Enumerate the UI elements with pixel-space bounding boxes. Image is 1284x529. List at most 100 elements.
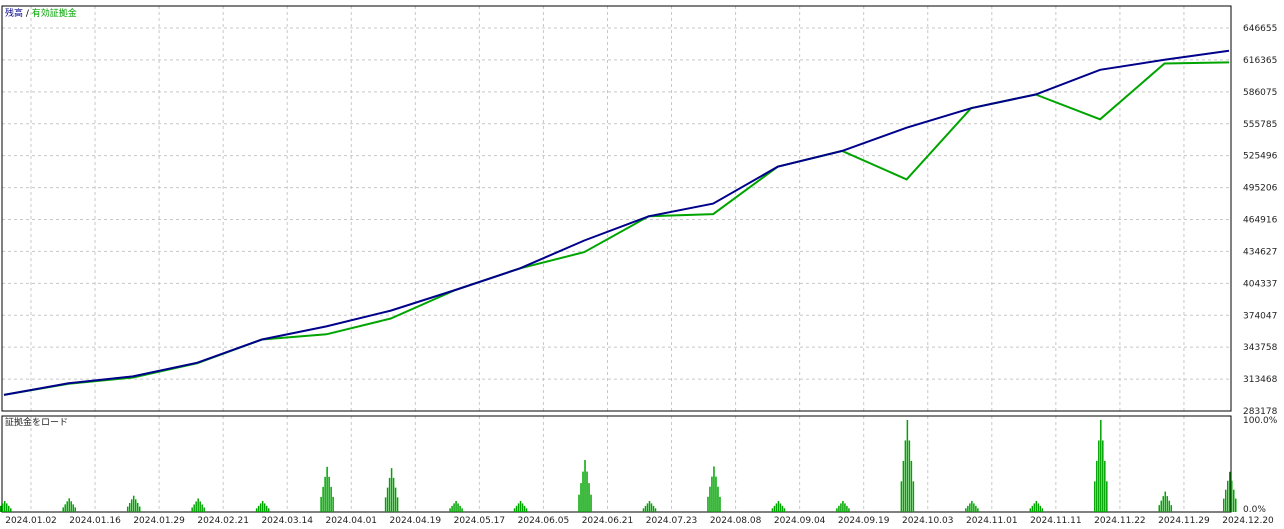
margin-load-bar: [2, 503, 4, 512]
margin-load-bar: [642, 508, 645, 512]
margin-load-bar: [62, 507, 64, 512]
x-tick-label: 2024.01.02: [5, 516, 57, 526]
margin-load-bar: [967, 505, 969, 512]
margin-load-bar: [525, 508, 528, 512]
margin-load-bar: [713, 466, 715, 512]
margin-load-bar: [771, 508, 774, 512]
margin-load-bar: [390, 468, 393, 512]
y-tick-label: 555785: [1243, 120, 1277, 130]
margin-load-bar: [910, 460, 913, 512]
margin-load-bar: [1164, 491, 1167, 512]
margin-load-bar: [126, 506, 129, 512]
margin-load-bar: [521, 503, 524, 512]
margin-load-bar: [842, 500, 844, 512]
margin-load-bar: [457, 503, 459, 512]
margin-load-bar: [394, 487, 397, 512]
margin-load-bar: [1041, 508, 1044, 512]
margin-load-bar: [513, 508, 516, 512]
margin-load-bar: [586, 471, 588, 512]
margin-load-bar: [969, 503, 971, 512]
legend-balance: 残高: [5, 7, 23, 19]
x-tick-label: 2024.08.08: [710, 516, 762, 526]
margin-load-bar: [1104, 460, 1106, 512]
x-tick-label: 2024.06.21: [582, 516, 634, 526]
margin-load-bar: [191, 507, 193, 512]
margin-load-bar: [1168, 500, 1171, 512]
margin-load-bar: [257, 505, 260, 512]
x-tick-label: 2024.11.11: [1030, 516, 1082, 526]
margin-load-bar: [588, 483, 590, 512]
margin-load-bar: [1162, 496, 1165, 512]
margin-load-bar: [912, 481, 915, 512]
y-tick-label: 495206: [1243, 184, 1278, 194]
margin-load-bar: [848, 508, 850, 512]
margin-load-bar: [0, 505, 2, 512]
x-tick-label: 2024.03.14: [261, 516, 313, 526]
y-tick-label: 434627: [1243, 247, 1277, 257]
top-panel-frame: [1, 5, 1232, 412]
margin-load-bar: [836, 508, 838, 512]
margin-load-bar: [392, 477, 395, 512]
margin-load-bar: [1233, 489, 1235, 512]
margin-load-bar: [1166, 496, 1169, 512]
margin-load-bar: [652, 505, 655, 512]
margin-load-bar: [654, 508, 657, 512]
margin-load-bar: [1100, 420, 1102, 512]
margin-load-bar: [1033, 503, 1036, 512]
margin-load-bar: [1098, 440, 1100, 512]
equity-chart: 646655 616365 586075 555785 525496 495206 4649…: [0, 5, 1278, 526]
margin-load-bar: [711, 476, 713, 512]
margin-load-bar: [1235, 498, 1237, 512]
margin-load-bar: [332, 496, 334, 512]
margin-load-bar: [1029, 508, 1032, 512]
margin-load-bar: [134, 499, 137, 512]
y-tick-label: 464916: [1243, 216, 1278, 226]
line-series: [3, 49, 1230, 396]
x-tick-label: 2024.12.20: [1222, 516, 1274, 526]
margin-load-bars: [0, 420, 1237, 512]
x-axis-labels: 2024.01.02 2024.01.16 2024.01.29 2024.02.21…: [5, 516, 1274, 526]
margin-load-bar: [201, 504, 203, 512]
margin-load-bar: [709, 486, 711, 512]
x-tick-label: 2024.11.22: [1094, 516, 1146, 526]
margin-load-bar: [136, 502, 139, 512]
margin-load-bar: [779, 503, 782, 512]
margin-load-bar: [74, 507, 76, 512]
margin-load-bar: [578, 494, 580, 512]
margin-load-bar: [515, 505, 518, 512]
margin-load-bar: [195, 501, 197, 512]
margin-load-bar: [781, 505, 784, 512]
x-tick-label: 2024.02.21: [197, 516, 249, 526]
margin-load-bar: [449, 508, 451, 512]
margin-load-bar: [773, 505, 776, 512]
y-tick-label: 646655: [1243, 24, 1277, 34]
margin-load-bar: [1229, 471, 1231, 512]
margin-load-bar: [971, 500, 973, 512]
margin-load-bar: [386, 487, 389, 512]
margin-load-bar: [707, 496, 709, 512]
margin-load-bar: [1223, 498, 1225, 512]
margin-load-bar: [582, 471, 584, 512]
margin-load-bar: [902, 460, 905, 512]
margin-load-bar: [199, 501, 201, 512]
margin-load-bar: [453, 503, 455, 512]
x-tick-label: 2024.09.19: [838, 516, 890, 526]
margin-load-bar: [523, 505, 526, 512]
x-tick-label: 2024.06.05: [518, 516, 570, 526]
legend-separator: /: [23, 9, 32, 19]
margin-load-bar: [908, 440, 911, 512]
x-tick-label: 2024.10.03: [902, 516, 954, 526]
x-tick-label: 2024.05.17: [454, 516, 506, 526]
margin-load-bar: [259, 503, 262, 512]
margin-load-bar: [650, 503, 653, 512]
y-tick-label: 525496: [1243, 152, 1278, 162]
margin-load-bar: [330, 486, 332, 512]
margin-load-bar: [584, 460, 586, 512]
margin-load-bar: [719, 496, 721, 512]
bottom-panel-grid: [30, 416, 1185, 512]
margin-load-bar: [451, 505, 453, 512]
margin-load-bar: [965, 508, 967, 512]
margin-load-bar: [193, 504, 195, 512]
margin-load-bar: [715, 476, 717, 512]
panel-frames: [1, 5, 1232, 513]
